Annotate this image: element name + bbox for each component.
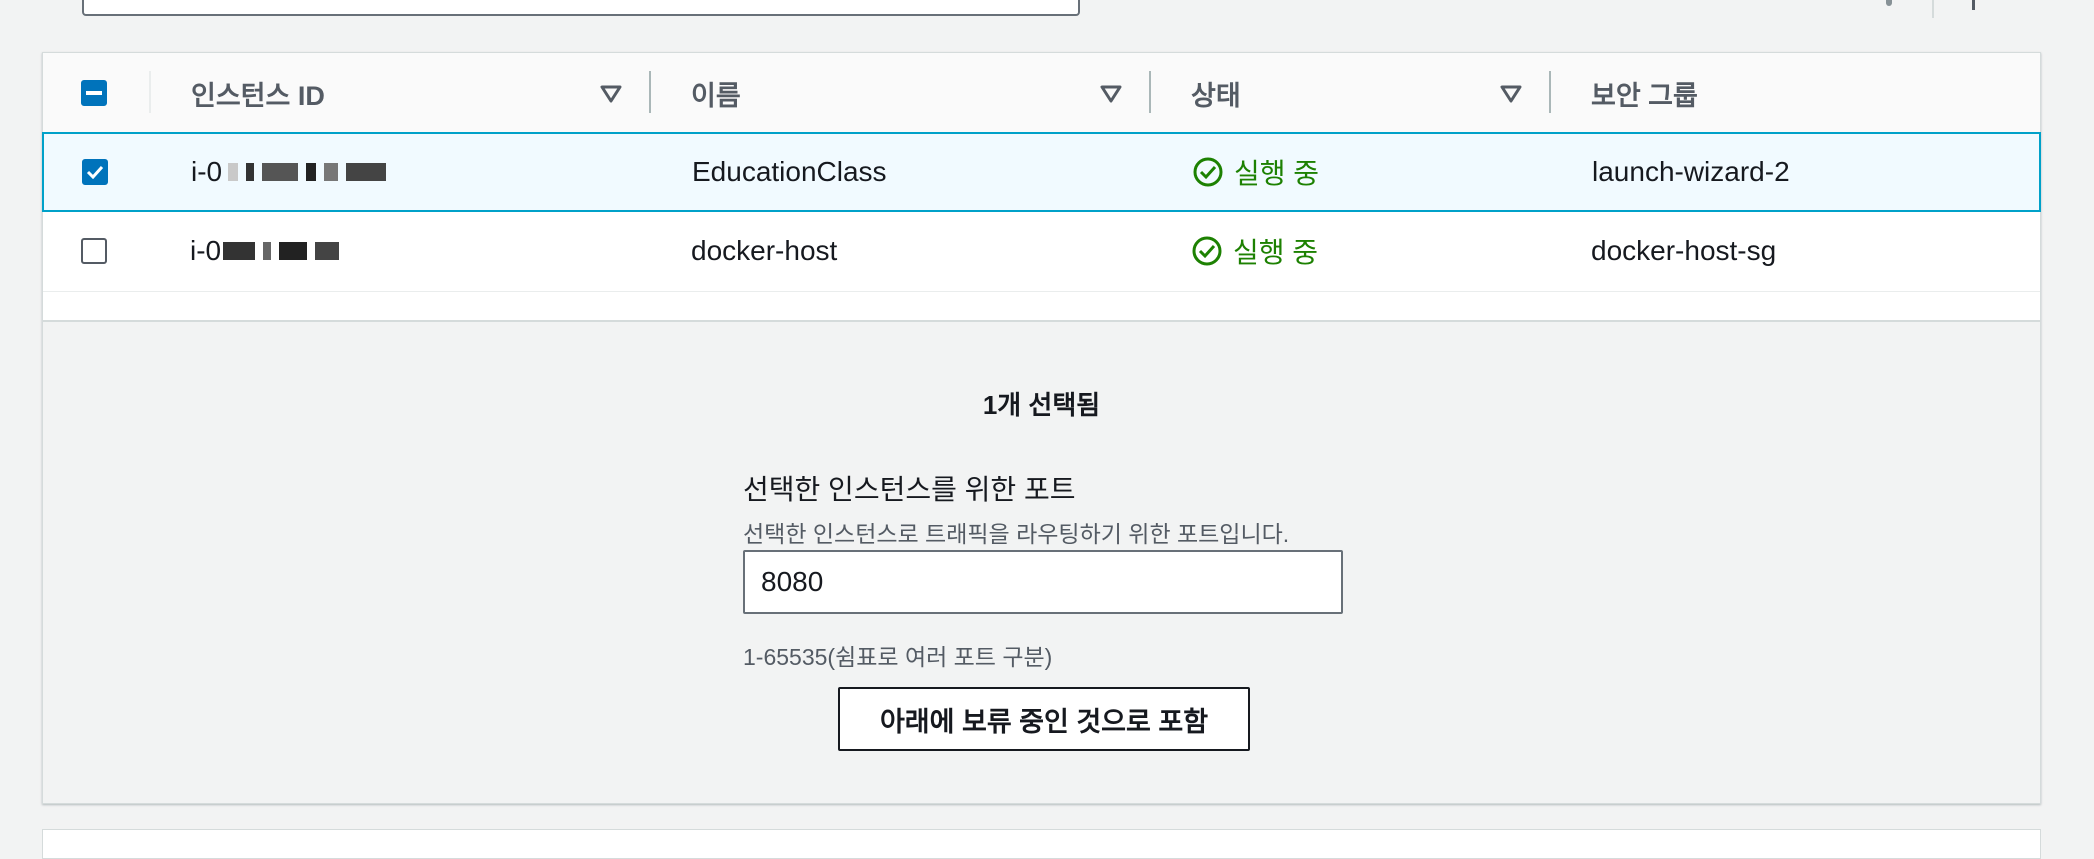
toolbar-divider xyxy=(1932,0,1934,18)
checkbox-checked-icon xyxy=(86,165,104,179)
column-header-label: 상태 xyxy=(1191,80,1241,111)
row-select-cell[interactable] xyxy=(81,211,107,291)
table-row[interactable]: i-0 docker-host 실행 중 docker-host-sg xyxy=(43,211,2040,292)
instance-id-prefix: i-0 xyxy=(190,235,222,266)
table-header: 인스턴스 ID 이름 상태 보안 그룹 xyxy=(43,53,2040,134)
checkbox-indeterminate-icon xyxy=(86,91,102,95)
security-group-cell[interactable]: docker-host-sg xyxy=(1591,211,1776,291)
table-row[interactable]: i-0 EducationClass 실행 중 launch-wizard-2 xyxy=(42,132,2041,212)
port-field-label: 선택한 인스턴스를 위한 포트 xyxy=(743,474,1076,505)
sort-down-icon[interactable] xyxy=(1497,79,1525,107)
instance-id-cell[interactable]: i-0 xyxy=(191,134,387,210)
row-checkbox[interactable] xyxy=(82,159,108,185)
select-all-cell[interactable] xyxy=(81,53,107,133)
column-resize-handle[interactable] xyxy=(1549,71,1551,113)
status-text: 실행 중 xyxy=(1234,158,1320,189)
instance-id-prefix: i-0 xyxy=(191,156,223,187)
column-header-label: 이름 xyxy=(691,80,741,111)
selected-count: 1개 선택됨 xyxy=(982,390,1101,420)
instance-id-cell[interactable]: i-0 xyxy=(190,211,340,291)
column-header-instance-id[interactable]: 인스턴스 ID xyxy=(191,53,325,133)
next-panel xyxy=(42,829,2041,859)
include-pending-button[interactable]: 아래에 보류 중인 것으로 포함 xyxy=(838,687,1250,751)
status-text: 실행 중 xyxy=(1233,237,1319,268)
column-header-name[interactable]: 이름 xyxy=(691,53,741,133)
port-field-hint: 1-65535(쉼표로 여러 포트 구분) xyxy=(743,644,1053,670)
name-cell[interactable]: EducationClass xyxy=(692,134,887,210)
column-header-status[interactable]: 상태 xyxy=(1191,53,1241,133)
sort-down-icon[interactable] xyxy=(597,79,625,107)
instances-panel: 인스턴스 ID 이름 상태 보안 그룹 i-0 EducationClass 실… xyxy=(42,52,2041,804)
column-resize-handle[interactable] xyxy=(649,71,651,113)
select-all-checkbox[interactable] xyxy=(81,80,107,106)
redacted-instance-id xyxy=(223,242,340,260)
check-circle-icon xyxy=(1193,157,1223,187)
column-header-label: 보안 그룹 xyxy=(1591,80,1698,111)
check-circle-icon xyxy=(1192,236,1222,266)
column-divider xyxy=(149,71,151,113)
redacted-instance-id xyxy=(228,163,387,181)
column-resize-handle[interactable] xyxy=(1149,71,1151,113)
column-header-security-group[interactable]: 보안 그룹 xyxy=(1591,53,1698,133)
status-cell: 실행 중 xyxy=(1191,211,1318,291)
port-field-description: 선택한 인스턴스로 트래픽을 라우팅하기 위한 포트입니다. xyxy=(743,521,1290,547)
top-control-fragment xyxy=(1886,0,1892,6)
toolbar-control-fragment xyxy=(1972,0,1975,10)
security-group-cell[interactable]: launch-wizard-2 xyxy=(1592,134,1790,210)
row-select-cell[interactable] xyxy=(82,134,108,210)
column-header-label: 인스턴스 ID xyxy=(191,80,325,111)
name-cell[interactable]: docker-host xyxy=(691,211,837,291)
sort-down-icon[interactable] xyxy=(1097,79,1125,107)
search-input[interactable] xyxy=(82,0,1080,16)
row-checkbox[interactable] xyxy=(81,238,107,264)
port-input[interactable] xyxy=(743,550,1343,614)
status-cell: 실행 중 xyxy=(1192,134,1319,210)
